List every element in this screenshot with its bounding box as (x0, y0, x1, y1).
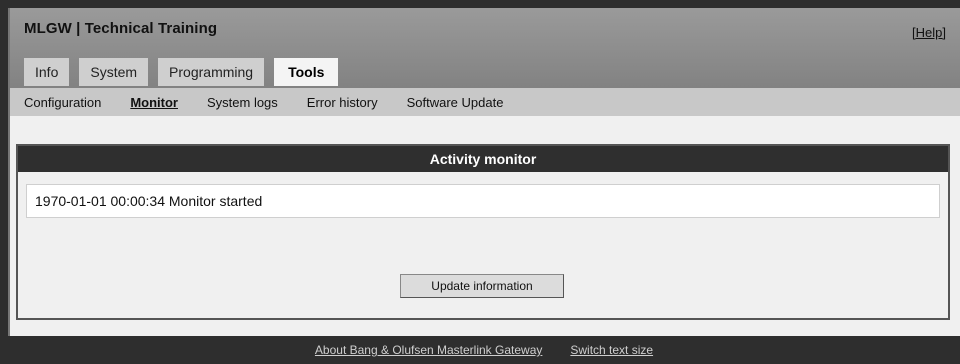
subnav-system-logs[interactable]: System logs (207, 95, 278, 110)
subnav-configuration[interactable]: Configuration (24, 95, 101, 110)
tab-tools[interactable]: Tools (274, 58, 339, 86)
about-link[interactable]: About Bang & Olufsen Masterlink Gateway (315, 343, 542, 357)
update-information-button[interactable]: Update information (400, 274, 564, 298)
subnav-monitor[interactable]: Monitor (130, 95, 178, 110)
log-entry: 1970-01-01 00:00:34 Monitor started (26, 184, 940, 218)
switch-text-size-link[interactable]: Switch text size (570, 343, 653, 357)
sub-navigation: Configuration Monitor System logs Error … (10, 88, 960, 116)
tab-programming[interactable]: Programming (158, 58, 265, 86)
footer: About Bang & Olufsen Masterlink Gateway … (8, 336, 960, 364)
content-area: Activity monitor 1970-01-01 00:00:34 Mon… (10, 116, 960, 336)
top-bar: MLGW | Technical Training [Help] Info Sy… (10, 8, 960, 88)
activity-monitor-panel: Activity monitor 1970-01-01 00:00:34 Mon… (16, 144, 950, 320)
panel-title: Activity monitor (18, 146, 948, 172)
subnav-error-history[interactable]: Error history (307, 95, 378, 110)
tab-system[interactable]: System (79, 58, 149, 86)
help-link[interactable]: [Help] (912, 25, 946, 40)
tab-info[interactable]: Info (24, 58, 70, 86)
page-title: MLGW | Technical Training (24, 20, 218, 37)
subnav-software-update[interactable]: Software Update (407, 95, 504, 110)
app-frame: MLGW | Technical Training [Help] Info Sy… (8, 8, 960, 336)
main-tabs: Info System Programming Tools (24, 58, 348, 86)
